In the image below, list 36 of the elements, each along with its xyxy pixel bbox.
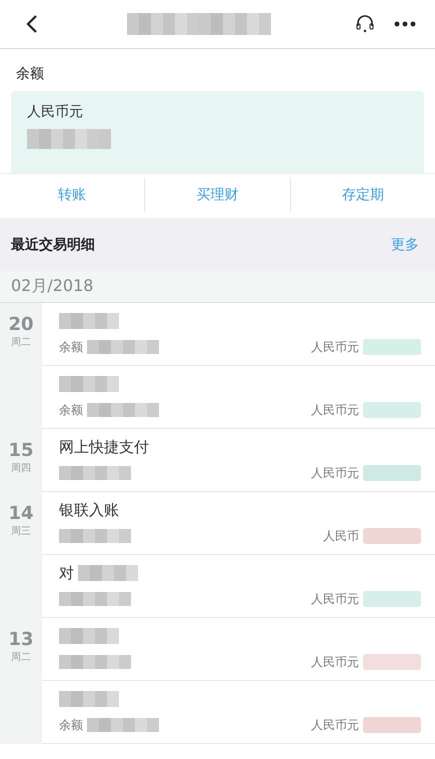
section-title: 最近交易明细	[11, 236, 95, 254]
balance-caption: 余额	[59, 338, 83, 356]
day-number: 13	[8, 630, 34, 650]
currency-label: 人民币	[323, 528, 359, 544]
currency-label: 人民币元	[27, 103, 84, 121]
currency-label: 人民币元	[311, 716, 359, 734]
transaction-row[interactable]: 余额 人民币元	[42, 681, 435, 744]
transaction-row[interactable]: 余额 人民币元	[42, 366, 435, 429]
headset-icon	[354, 13, 376, 35]
transaction-row[interactable]: 余额 人民币元	[42, 303, 435, 366]
day-number: 20	[8, 315, 34, 335]
transaction-title: 对	[59, 564, 74, 582]
more-link[interactable]: 更多	[391, 236, 419, 254]
currency-label: 人民币元	[311, 402, 359, 418]
weekday-label: 周二	[11, 336, 31, 349]
currency-label: 人民币元	[311, 338, 359, 356]
balance-caption: 余额	[59, 716, 83, 734]
weekday-label: 周四	[11, 462, 31, 475]
currency-label: 人民币元	[311, 464, 359, 482]
currency-label: 人民币元	[311, 654, 359, 670]
transaction-row[interactable]: 银联入账 人民币	[42, 492, 435, 555]
transaction-row[interactable]: 人民币元	[42, 618, 435, 681]
transaction-row[interactable]: 对 人民币元	[42, 555, 435, 618]
more-icon	[394, 21, 416, 27]
day-number: 14	[8, 504, 34, 524]
transaction-title: 银联入账	[59, 500, 119, 520]
currency-label: 人民币元	[311, 590, 359, 608]
day-number: 15	[8, 441, 34, 461]
weekday-label: 周三	[11, 525, 31, 538]
balance-label: 余额	[15, 65, 45, 84]
balance-caption: 余额	[59, 402, 83, 418]
month-label: 02月/2018	[11, 276, 94, 297]
weekday-label: 周二	[11, 651, 31, 664]
chevron-left-icon	[26, 14, 38, 34]
transaction-title: 网上快捷支付	[59, 438, 149, 456]
transaction-row[interactable]: 网上快捷支付 人民币元	[42, 429, 435, 492]
